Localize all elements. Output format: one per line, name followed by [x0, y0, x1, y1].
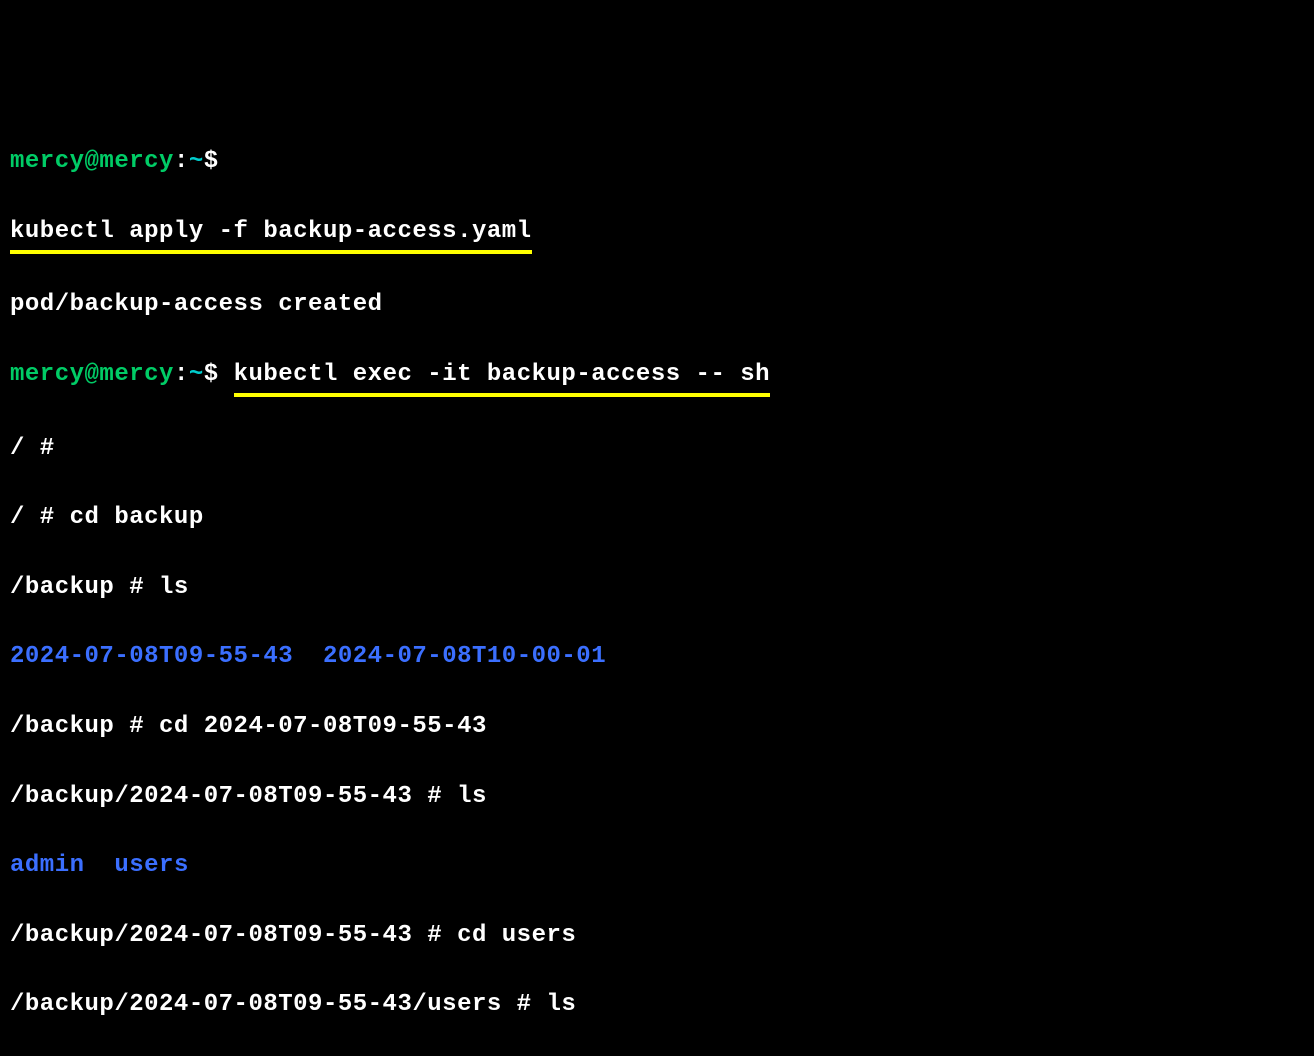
- terminal-line-8: 2024-07-08T09-55-43 2024-07-08T10-00-01: [10, 640, 1304, 675]
- prompt-dollar: $: [204, 148, 219, 175]
- terminal-line-10: /backup/2024-07-08T09-55-43 # ls: [10, 780, 1304, 815]
- prompt-sep: :: [174, 148, 189, 175]
- terminal-line-3: pod/backup-access created: [10, 288, 1304, 323]
- terminal-line-12: /backup/2024-07-08T09-55-43 # cd users: [10, 919, 1304, 954]
- shell-cmd-cd: /backup/2024-07-08T09-55-43 # cd users: [10, 922, 576, 949]
- directory-entry: admin: [10, 852, 85, 879]
- prompt-user: mercy@mercy: [10, 148, 174, 175]
- output-created: pod/backup-access created: [10, 291, 383, 318]
- terminal-line-4: mercy@mercy:~$ kubectl exec -it backup-a…: [10, 358, 1304, 397]
- terminal-line-6: / # cd backup: [10, 501, 1304, 536]
- command-exec: kubectl exec -it backup-access -- sh: [234, 358, 770, 397]
- prompt-path: ~: [189, 148, 204, 175]
- prompt-user: mercy@mercy: [10, 361, 174, 388]
- terminal-line-11: admin users: [10, 849, 1304, 884]
- shell-cmd-cd: / # cd backup: [10, 504, 204, 531]
- shell-cmd-cd: /backup # cd 2024-07-08T09-55-43: [10, 713, 487, 740]
- terminal-line-1: mercy@mercy:~$: [10, 145, 1304, 180]
- prompt-dollar: $: [204, 361, 219, 388]
- command-apply: kubectl apply -f backup-access.yaml: [10, 215, 532, 254]
- terminal-line-13: /backup/2024-07-08T09-55-43/users # ls: [10, 988, 1304, 1023]
- shell-cmd-ls: /backup/2024-07-08T09-55-43 # ls: [10, 783, 487, 810]
- directory-entry: 2024-07-08T09-55-43: [10, 643, 293, 670]
- shell-prompt: / #: [10, 435, 55, 462]
- directory-entry: users: [114, 852, 189, 879]
- prompt-sep: :: [174, 361, 189, 388]
- shell-cmd-ls: /backup # ls: [10, 574, 189, 601]
- prompt-path: ~: [189, 361, 204, 388]
- terminal-line-9: /backup # cd 2024-07-08T09-55-43: [10, 710, 1304, 745]
- terminal-line-5: / #: [10, 432, 1304, 467]
- directory-entry: 2024-07-08T10-00-01: [323, 643, 606, 670]
- terminal-line-2: kubectl apply -f backup-access.yaml: [10, 215, 1304, 254]
- shell-cmd-ls: /backup/2024-07-08T09-55-43/users # ls: [10, 991, 576, 1018]
- terminal-line-7: /backup # ls: [10, 571, 1304, 606]
